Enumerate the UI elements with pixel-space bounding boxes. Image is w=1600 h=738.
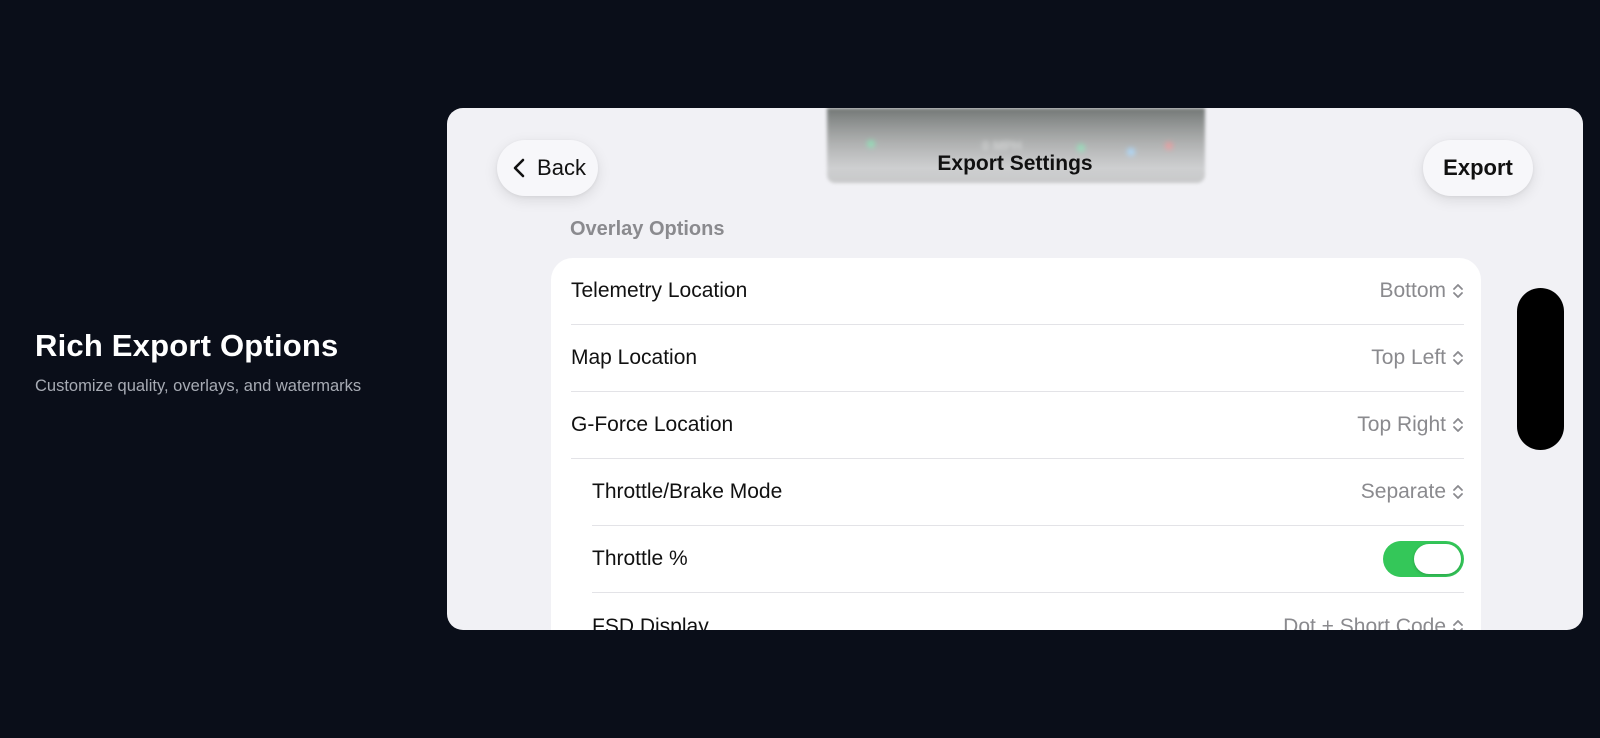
row-label: Throttle/Brake Mode	[592, 480, 783, 503]
row-throttle-percent: Throttle %	[592, 526, 1464, 593]
promo-block: Rich Export Options Customize quality, o…	[35, 326, 435, 396]
promo-subtitle: Customize quality, overlays, and waterma…	[35, 377, 362, 395]
chevron-up-down-icon	[1453, 619, 1463, 630]
g-force-location-picker[interactable]: Top Right	[1357, 413, 1464, 437]
promo-title: Rich Export Options	[35, 328, 339, 363]
row-label: Map Location	[571, 346, 698, 369]
row-throttle-brake-mode[interactable]: Throttle/Brake Mode Separate	[592, 459, 1464, 526]
row-label: Throttle %	[592, 547, 688, 570]
picker-value: Top Right	[1357, 413, 1446, 436]
chevron-up-down-icon	[1453, 284, 1463, 298]
device-screen: 0 MPH Back Export Settings Export Overla…	[447, 108, 1583, 630]
row-label: G-Force Location	[571, 413, 734, 436]
page-title: Export Settings	[937, 152, 1093, 175]
row-map-location[interactable]: Map Location Top Left	[571, 325, 1464, 392]
picker-value: Dot + Short Code	[1283, 614, 1446, 631]
export-button[interactable]: Export	[1423, 140, 1533, 196]
picker-value: Separate	[1360, 480, 1446, 503]
overlay-options-card: Telemetry Location Bottom Map Location T…	[551, 258, 1481, 630]
chevron-up-down-icon	[1453, 418, 1463, 432]
telemetry-location-picker[interactable]: Bottom	[1379, 279, 1464, 303]
scrollbar-thumb[interactable]	[1517, 288, 1564, 450]
row-label: Telemetry Location	[571, 279, 748, 302]
throttle-brake-mode-picker[interactable]: Separate	[1361, 480, 1464, 504]
chevron-up-down-icon	[1453, 351, 1463, 365]
row-fsd-display[interactable]: FSD Display Dot + Short Code	[592, 593, 1464, 630]
throttle-percent-toggle[interactable]	[1383, 541, 1464, 577]
picker-value: Bottom	[1379, 279, 1446, 302]
picker-value: Top Left	[1371, 346, 1446, 369]
map-location-picker[interactable]: Top Left	[1371, 346, 1464, 370]
fsd-display-picker[interactable]: Dot + Short Code	[1283, 614, 1464, 631]
chevron-up-down-icon	[1453, 485, 1463, 499]
row-label: FSD Display	[592, 614, 709, 631]
row-telemetry-location[interactable]: Telemetry Location Bottom	[571, 258, 1464, 325]
section-header-overlay-options: Overlay Options	[570, 218, 725, 240]
row-g-force-location[interactable]: G-Force Location Top Right	[571, 392, 1464, 459]
toggle-knob	[1414, 544, 1461, 574]
preview-speed-text: 0 MPH	[982, 138, 1022, 153]
